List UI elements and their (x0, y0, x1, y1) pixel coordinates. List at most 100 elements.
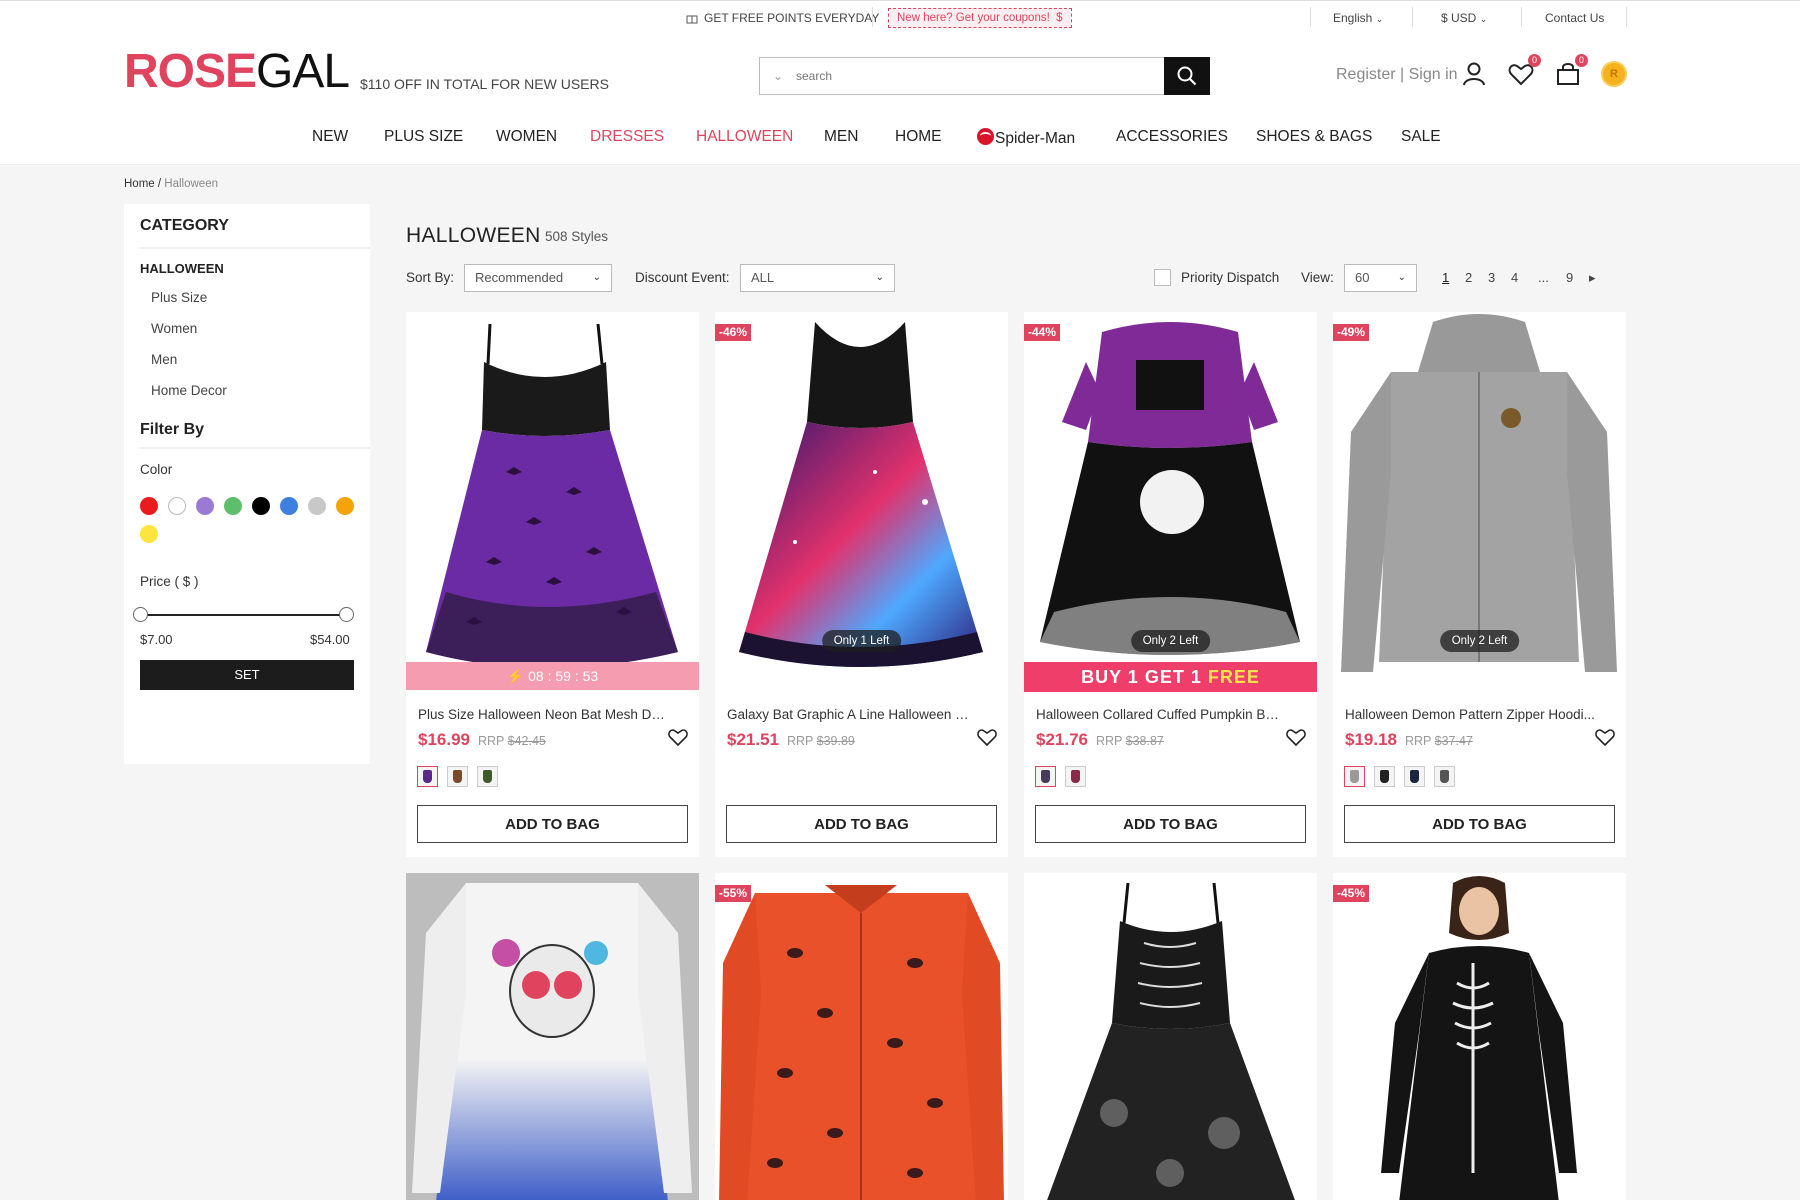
nav-women[interactable]: WOMEN (496, 128, 557, 146)
product-image[interactable] (1024, 873, 1317, 1200)
product-card[interactable]: ⚡ 08 : 59 : 53 Plus Size Halloween Neon … (406, 312, 699, 857)
product-image[interactable]: -46% Only 1 Left (715, 312, 1008, 691)
search-icon (1177, 66, 1197, 86)
category-halloween[interactable]: HALLOWEEN (140, 261, 224, 276)
divider (1310, 7, 1311, 27)
color-swatch-gray[interactable] (308, 497, 326, 515)
color-option-thumbnail[interactable] (1374, 766, 1395, 787)
color-swatch-purple[interactable] (196, 497, 214, 515)
nav-halloween[interactable]: HALLOWEEN (696, 128, 793, 146)
coupon-banner[interactable]: New here? Get your coupons! $ (888, 8, 1072, 28)
nav-men[interactable]: MEN (824, 128, 858, 146)
page-2[interactable]: 2 (1465, 270, 1472, 285)
product-image[interactable]: -44% Only 2 Left BUY 1 GET 1 FREE (1024, 312, 1317, 692)
breadcrumb-home[interactable]: Home (124, 178, 155, 190)
subcategory-women[interactable]: Women (151, 321, 197, 336)
color-option-thumbnail[interactable] (1434, 766, 1455, 787)
nav-new[interactable]: NEW (312, 128, 348, 146)
nav-plus-size[interactable]: PLUS SIZE (384, 128, 463, 146)
subcategory-plus-size[interactable]: Plus Size (151, 290, 207, 305)
page-4[interactable]: 4 (1511, 270, 1518, 285)
nav-sale[interactable]: SALE (1401, 128, 1441, 146)
set-price-button[interactable]: SET (140, 660, 354, 690)
product-card[interactable]: -45% (1333, 873, 1626, 1200)
product-name[interactable]: Halloween Collared Cuffed Pumpkin Bat ..… (1036, 707, 1286, 722)
subcategory-men[interactable]: Men (151, 352, 177, 367)
search-input[interactable] (796, 58, 1164, 94)
search-button[interactable] (1164, 57, 1210, 95)
product-name[interactable]: Galaxy Bat Graphic A Line Halloween Dr..… (727, 707, 977, 722)
price-min-handle[interactable] (133, 607, 148, 622)
product-card[interactable] (1024, 873, 1317, 1200)
add-to-bag-button[interactable]: ADD TO BAG (1344, 805, 1615, 843)
next-page-icon[interactable]: ▸ (1589, 270, 1596, 286)
product-name[interactable]: Plus Size Halloween Neon Bat Mesh Dre... (418, 707, 668, 722)
color-option-thumbnail[interactable] (1065, 766, 1086, 787)
add-to-bag-button[interactable]: ADD TO BAG (726, 805, 997, 843)
view-count-dropdown[interactable]: 60 ⌄ (1344, 264, 1417, 292)
wishlist-button[interactable]: 0 (1507, 54, 1541, 88)
product-card[interactable]: -49% Only 2 Left Halloween Demon Pattern… (1333, 312, 1626, 857)
color-option-thumbnail[interactable] (447, 766, 468, 787)
bogo-free-text: FREE (1207, 667, 1260, 687)
register-signin-link[interactable]: Register | Sign in (1336, 66, 1458, 84)
color-swatch-black[interactable] (252, 497, 270, 515)
subcategory-home-decor[interactable]: Home Decor (151, 383, 227, 398)
discount-value: ALL (751, 270, 775, 285)
heart-icon[interactable] (667, 726, 689, 748)
nav-dresses[interactable]: DRESSES (590, 128, 664, 146)
heart-icon[interactable] (976, 726, 998, 748)
product-card[interactable]: -44% Only 2 Left BUY 1 GET 1 FREE Hallow… (1024, 312, 1317, 857)
nav-spider-man[interactable]: Spider-Man (977, 128, 1075, 148)
color-swatch-red[interactable] (140, 497, 158, 515)
heart-icon[interactable] (1285, 726, 1307, 748)
discount-badge: -49% (1333, 324, 1370, 341)
product-name[interactable]: Halloween Demon Pattern Zipper Hoodi... (1345, 707, 1595, 722)
color-option-thumbnail[interactable] (1035, 766, 1056, 787)
shopping-bag-button[interactable]: 0 (1554, 54, 1588, 88)
product-image[interactable] (406, 873, 699, 1200)
price-max-handle[interactable] (339, 607, 354, 622)
add-to-bag-button[interactable]: ADD TO BAG (417, 805, 688, 843)
product-image[interactable]: -49% Only 2 Left (1333, 312, 1626, 691)
free-points-promo[interactable]: GET FREE POINTS EVERYDAY (686, 11, 879, 25)
currency-selector[interactable]: $ USD ⌄ (1441, 11, 1487, 25)
breadcrumb-current: Halloween (164, 178, 218, 190)
page-3[interactable]: 3 (1488, 270, 1495, 285)
contact-us-link[interactable]: Contact Us (1545, 11, 1604, 25)
color-swatch-orange[interactable] (336, 497, 354, 515)
priority-dispatch-checkbox[interactable] (1154, 269, 1171, 286)
discount-badge: -44% (1024, 324, 1061, 341)
product-card[interactable] (406, 873, 699, 1200)
heart-icon[interactable] (1594, 726, 1616, 748)
rosegal-logo[interactable]: ROSEGAL (124, 48, 350, 96)
nav-accessories[interactable]: ACCESSORIES (1116, 128, 1228, 146)
chevron-down-icon: ⌄ (875, 272, 884, 283)
coupon-text: New here? Get your coupons! (897, 12, 1050, 24)
page-1[interactable]: 1 (1442, 270, 1449, 285)
color-swatch-yellow[interactable] (140, 525, 158, 543)
product-image[interactable]: -55% (715, 873, 1008, 1200)
language-selector[interactable]: English ⌄ (1333, 11, 1383, 25)
page-9[interactable]: 9 (1566, 270, 1573, 285)
product-card[interactable]: -55% (715, 873, 1008, 1200)
color-swatch-white[interactable] (168, 497, 186, 515)
add-to-bag-button[interactable]: ADD TO BAG (1035, 805, 1306, 843)
color-swatch-blue[interactable] (280, 497, 298, 515)
product-image[interactable]: ⚡ 08 : 59 : 53 (406, 312, 699, 691)
color-option-thumbnail[interactable] (1344, 766, 1365, 787)
nav-shoes-bags[interactable]: SHOES & BAGS (1256, 128, 1372, 146)
user-icon[interactable] (1460, 60, 1488, 88)
color-swatch-green[interactable] (224, 497, 242, 515)
nav-home[interactable]: HOME (895, 128, 942, 146)
points-coin-icon[interactable]: R (1601, 61, 1627, 87)
color-option-thumbnail[interactable] (1404, 766, 1425, 787)
sort-dropdown[interactable]: Recommended ⌄ (464, 264, 612, 292)
product-image[interactable]: -45% (1333, 873, 1626, 1200)
discount-dropdown[interactable]: ALL ⌄ (740, 264, 895, 292)
search-category-dropdown[interactable]: ⌄ (760, 58, 796, 94)
currency-label: $ USD (1441, 11, 1477, 25)
color-option-thumbnail[interactable] (417, 766, 438, 787)
color-option-thumbnail[interactable] (477, 766, 498, 787)
product-card[interactable]: -46% Only 1 Left Galaxy Bat Graphic A Li… (715, 312, 1008, 857)
